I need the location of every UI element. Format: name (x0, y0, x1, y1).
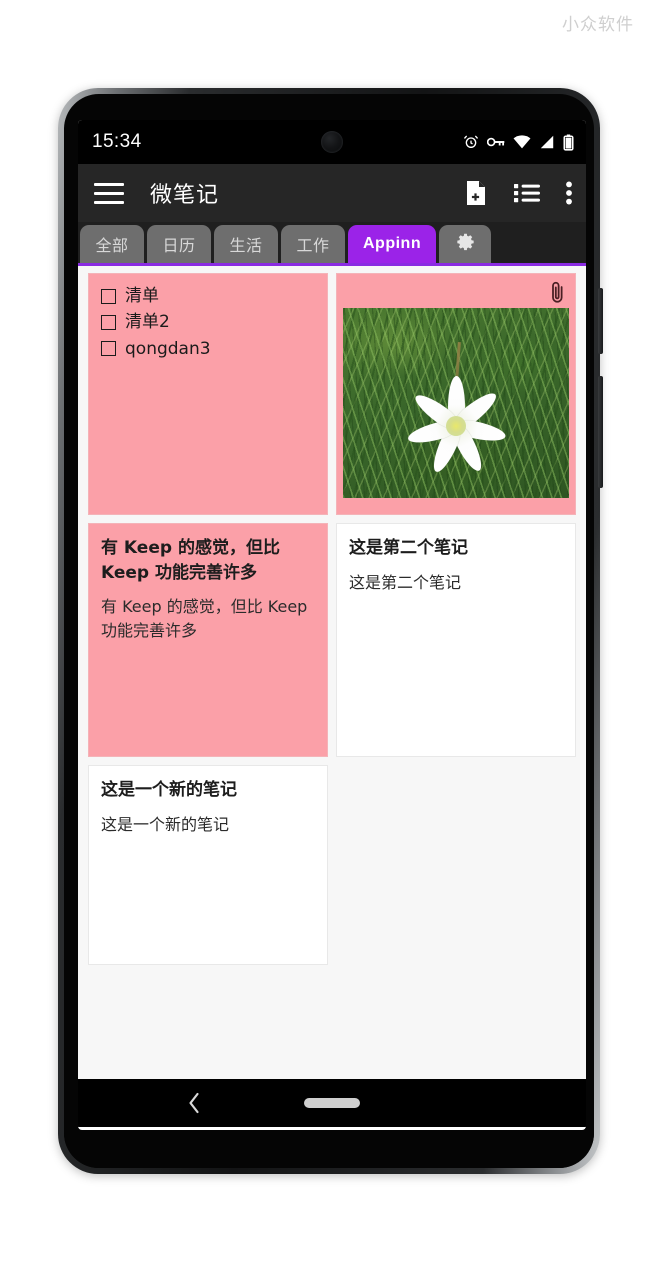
note-new-content: 这是一个新的笔记 这是一个新的笔记 (89, 766, 327, 845)
new-note-icon[interactable] (464, 180, 488, 206)
system-navigation-bar (78, 1079, 586, 1127)
home-pill-indicator[interactable] (304, 1098, 360, 1108)
phone-bezel: 15:34 微笔记 全部 日历 生活 工作 Appinn 清单 清单2 qong… (64, 94, 594, 1168)
list-view-icon[interactable] (514, 182, 540, 204)
checkbox-unchecked-icon[interactable] (101, 315, 116, 331)
white-flower (404, 374, 508, 478)
flower-center (446, 415, 466, 436)
tab-appinn[interactable]: Appinn (348, 225, 437, 263)
tab-all[interactable]: 全部 (80, 225, 144, 263)
checklist-item-label: 清单2 (125, 312, 170, 333)
note-keep-content: 有 Keep 的感觉，但比 Keep 功能完善许多 有 Keep 的感觉，但比 … (89, 524, 327, 651)
status-bar-icons (463, 134, 574, 151)
wifi-icon (513, 135, 531, 149)
checklist-item-label: 清单 (125, 286, 159, 306)
status-bar-clock: 15:34 (92, 131, 142, 152)
cellular-signal-icon (539, 135, 555, 149)
category-tab-bar: 全部 日历 生活 工作 Appinn (78, 222, 586, 266)
paperclip-icon (550, 280, 565, 310)
overflow-menu-icon[interactable] (566, 181, 572, 205)
back-chevron-icon[interactable] (186, 1091, 202, 1115)
phone-device-frame: 15:34 微笔记 全部 日历 生活 工作 Appinn 清单 清单2 qong… (58, 88, 603, 1174)
attachment-bar (337, 274, 575, 308)
note-card-keep[interactable]: 有 Keep 的感觉，但比 Keep 功能完善许多 有 Keep 的感觉，但比 … (88, 523, 328, 757)
app-bar: 微笔记 (78, 164, 586, 222)
app-bar-actions (464, 180, 572, 206)
checklist-item[interactable]: 清单 (101, 286, 315, 306)
note-body: 这是一个新的笔记 (101, 814, 230, 834)
tab-settings[interactable] (439, 225, 492, 263)
checklist-item-label: qongdan3 (125, 338, 211, 359)
checkbox-unchecked-icon[interactable] (101, 341, 116, 357)
note-title: 这是第二个笔记 (349, 538, 468, 558)
front-camera-icon (321, 131, 343, 153)
hamburger-menu-icon[interactable] (94, 176, 128, 210)
note-title: 有 Keep 的感觉，但比 Keep 功能完善许多 (101, 538, 280, 583)
screenshot-canvas: 小众软件 15:34 微笔记 全部 日历 生活 工作 Appinn 清单 清单2… (0, 0, 658, 1280)
page-title: 微笔记 (150, 183, 220, 208)
notes-grid: 清单 清单2 qongdan3 有 Keep 的感觉，但比 Keep 功能完善许… (84, 273, 580, 973)
site-watermark: 小众软件 (562, 15, 634, 35)
alarm-icon (463, 134, 479, 150)
tab-work[interactable]: 工作 (281, 225, 345, 263)
tab-life[interactable]: 生活 (214, 225, 278, 263)
note-second-content: 这是第二个笔记 这是第二个笔记 (337, 524, 575, 603)
note-card-checklist[interactable]: 清单 清单2 qongdan3 (88, 273, 328, 515)
tab-calendar[interactable]: 日历 (147, 225, 211, 263)
battery-icon (563, 134, 574, 151)
note-body: 这是第二个笔记 (349, 572, 462, 592)
note-title: 这是一个新的笔记 (101, 780, 237, 800)
checkbox-unchecked-icon[interactable] (101, 288, 116, 304)
gear-icon (456, 233, 475, 256)
note-card-second[interactable]: 这是第二个笔记 这是第二个笔记 (336, 523, 576, 757)
note-checklist-content: 清单 清单2 qongdan3 (89, 274, 327, 373)
checklist-item[interactable]: qongdan3 (101, 339, 315, 359)
note-card-attachment[interactable] (336, 273, 576, 515)
note-card-new[interactable]: 这是一个新的笔记 这是一个新的笔记 (88, 765, 328, 965)
power-button[interactable] (598, 288, 603, 354)
note-attachment-image[interactable] (343, 308, 569, 498)
checklist-item[interactable]: 清单2 (101, 312, 315, 332)
vpn-key-icon (487, 135, 505, 149)
phone-screen: 15:34 微笔记 全部 日历 生活 工作 Appinn 清单 清单2 qong… (78, 120, 586, 1130)
status-bar: 15:34 (78, 120, 586, 164)
camera-notch (301, 120, 363, 164)
volume-button[interactable] (598, 376, 603, 488)
notes-list-area[interactable]: 清单 清单2 qongdan3 有 Keep 的感觉，但比 Keep 功能完善许… (78, 266, 586, 1079)
note-body: 有 Keep 的感觉，但比 Keep 功能完善许多 (101, 597, 308, 641)
phone-chin (64, 1130, 594, 1168)
